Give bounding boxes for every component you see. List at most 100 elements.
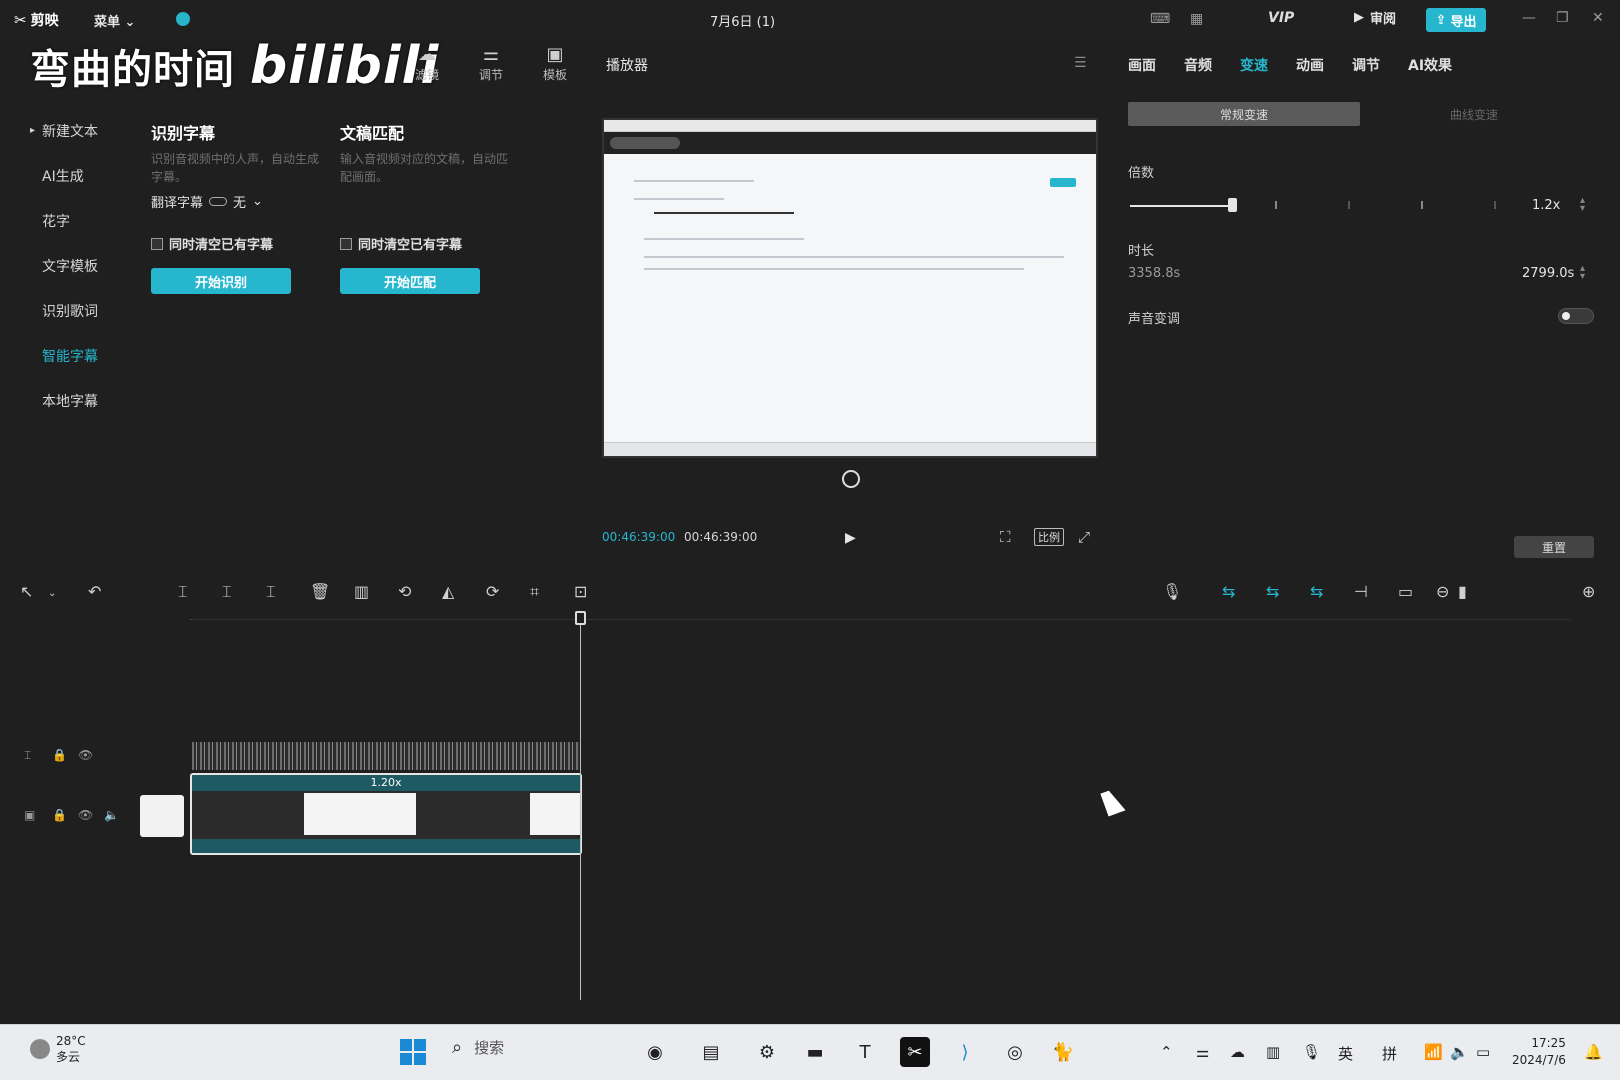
translate-toggle[interactable] <box>209 197 228 206</box>
ratio-button[interactable]: 比例 <box>1034 528 1064 546</box>
tab-audio[interactable]: 音频 <box>1184 55 1212 75</box>
sidebar-item-local-captions[interactable]: 本地字幕 <box>28 378 138 423</box>
select-pointer-icon[interactable]: ↖ <box>20 582 33 601</box>
mute-icon[interactable]: 🔈 <box>104 808 119 822</box>
zoom-in-icon[interactable]: ⊕ <box>1582 582 1595 601</box>
eye-icon[interactable]: 👁 <box>78 808 93 822</box>
sidebar-item-fancy-text[interactable]: 花字 <box>28 198 138 243</box>
freeze-icon[interactable]: ▥ <box>354 582 369 601</box>
tab-speed[interactable]: 变速 <box>1240 55 1268 75</box>
split-icon[interactable]: ⌶ <box>178 582 188 602</box>
split-left-icon[interactable]: ⌶ <box>222 582 232 602</box>
reset-button[interactable]: 重置 <box>1514 536 1594 558</box>
minimize-icon[interactable]: — <box>1522 10 1536 26</box>
volume-icon[interactable]: 🔈 <box>1450 1043 1469 1061</box>
start-button[interactable] <box>400 1039 426 1065</box>
speed-slider-handle[interactable] <box>1228 198 1238 212</box>
sidebar-item-lyrics[interactable]: 识别歌词 <box>28 288 138 333</box>
vscode-icon[interactable]: ⟩ <box>950 1037 980 1067</box>
fullscreen-icon[interactable]: ⤢ <box>1078 528 1090 546</box>
menu-button[interactable]: 菜单 ⌄ <box>94 11 135 30</box>
screenshot-icon[interactable]: ⛶ <box>1000 528 1011 546</box>
ime-language[interactable]: 英 <box>1338 1043 1353 1064</box>
tab-ai-effects[interactable]: AI效果 <box>1408 55 1452 75</box>
settings-gear-icon[interactable]: ⚙ <box>752 1037 782 1067</box>
normal-speed-tab[interactable]: 常规变速 <box>1128 102 1360 126</box>
ime-mode[interactable]: 拼 <box>1382 1043 1397 1064</box>
zoom-out-icon[interactable]: ⊖ <box>1436 582 1449 601</box>
curve-speed-tab[interactable]: 曲线变速 <box>1450 106 1498 123</box>
tab-picture[interactable]: 画面 <box>1128 55 1156 75</box>
weather-widget[interactable]: 28°C 多云 <box>30 1033 86 1065</box>
linkage-icon[interactable]: ⇆ <box>1310 582 1323 601</box>
notification-icon[interactable]: 🔔 <box>1584 1043 1603 1061</box>
sidebar-item-smart-captions[interactable]: 智能字幕 <box>28 333 138 378</box>
rotate-icon[interactable] <box>842 470 860 488</box>
player-menu-icon[interactable]: ☰ <box>1074 55 1087 71</box>
playhead-handle[interactable] <box>575 611 586 625</box>
folder-icon[interactable]: ▬ <box>800 1037 830 1067</box>
sidebar-item-ai-generate[interactable]: AI生成 <box>28 153 138 198</box>
main-track-magnet-icon[interactable]: ⇆ <box>1222 582 1235 601</box>
new-duration[interactable]: 2799.0s <box>1522 266 1574 281</box>
clear-existing-recognize[interactable]: 同时清空已有字幕 <box>151 234 273 253</box>
sidebar-item-new-text[interactable]: ▸ 新建文本 <box>28 108 138 153</box>
translate-row[interactable]: 翻译字幕 无 ⌄ <box>151 192 321 211</box>
stepper-icon[interactable]: ▴ ▾ <box>1580 264 1585 282</box>
tab-animation[interactable]: 动画 <box>1296 55 1324 75</box>
cloud-icon[interactable]: ☁ <box>1230 1043 1245 1061</box>
export-button[interactable]: ⇪ 导出 <box>1426 8 1486 32</box>
file-explorer-icon[interactable]: ▤ <box>696 1037 726 1067</box>
clear-existing-match[interactable]: 同时清空已有字幕 <box>340 234 462 253</box>
playhead-line[interactable] <box>580 612 581 1000</box>
split-right-icon[interactable]: ⌶ <box>266 582 276 602</box>
lock-icon[interactable]: 🔒 <box>52 808 67 822</box>
timeline-ruler[interactable] <box>190 610 1570 620</box>
stats-icon[interactable]: ▥ <box>1266 1043 1280 1061</box>
track-cover-thumbnail[interactable] <box>140 795 184 837</box>
checkbox[interactable] <box>340 237 352 250</box>
chrome-icon[interactable]: ◎ <box>1000 1037 1030 1067</box>
translate-select[interactable]: 无 <box>233 192 246 211</box>
restore-icon[interactable]: ❐ <box>1556 10 1569 26</box>
checkbox[interactable] <box>151 237 163 250</box>
vip-badge[interactable]: VIP <box>1268 10 1294 26</box>
sidebar-item-text-template[interactable]: 文字模板 <box>28 243 138 288</box>
chevron-up-icon[interactable]: ⌃ <box>1160 1043 1173 1061</box>
microphone-icon[interactable]: 🎙 <box>1302 1043 1321 1061</box>
tab-adjust[interactable]: 调节 <box>1352 55 1380 75</box>
tray-settings-icon[interactable]: ⚌ <box>1196 1043 1209 1061</box>
keyboard-icon[interactable]: ⌨ <box>1150 11 1170 27</box>
cover-icon[interactable]: ▭ <box>1398 582 1413 601</box>
capcut-app-icon[interactable]: ✂ <box>900 1037 930 1067</box>
microphone-icon[interactable]: 🎙 <box>1162 582 1182 601</box>
video-preview[interactable] <box>602 118 1098 458</box>
rotate-clip-icon[interactable]: ⟳ <box>486 582 499 601</box>
video-clip[interactable]: 1.20x <box>190 773 582 855</box>
undo-icon[interactable]: ↶ <box>88 582 101 601</box>
eye-icon[interactable]: 👁 <box>78 748 93 762</box>
zoom-slider-handle[interactable]: ▮ <box>1458 582 1467 601</box>
tab-filter[interactable]: ☁ 滤镜 <box>402 44 452 83</box>
wifi-icon[interactable]: 📶 <box>1424 1043 1443 1061</box>
tab-template[interactable]: ▣ 模板 <box>530 44 580 83</box>
audio-waveform-clip[interactable] <box>192 742 580 770</box>
crop-icon[interactable]: ⌗ <box>530 582 539 602</box>
stepper-icon[interactable]: ▴ ▾ <box>1580 196 1585 214</box>
layout-icon[interactable]: ▦ <box>1190 11 1203 27</box>
start-recognize-button[interactable]: 开始识别 <box>151 268 291 294</box>
pitch-toggle[interactable] <box>1558 308 1594 324</box>
chevron-down-icon[interactable]: ⌄ <box>48 588 56 599</box>
delete-icon[interactable]: 🗑 <box>310 582 330 601</box>
review-button[interactable]: ▶ 审阅 <box>1354 8 1396 27</box>
close-icon[interactable]: ✕ <box>1592 10 1604 26</box>
multiplier-value[interactable]: 1.2x <box>1532 198 1560 213</box>
preview-axis-icon[interactable]: ⊣ <box>1354 582 1368 601</box>
play-icon[interactable]: ▶ <box>845 530 856 546</box>
taskbar-clock[interactable]: 17:25 2024/7/6 <box>1512 1035 1566 1069</box>
cloud-sync-icon[interactable] <box>176 12 190 26</box>
tab-adjust[interactable]: ⚌ 调节 <box>466 44 516 83</box>
smart-crop-icon[interactable]: ⊡ <box>574 582 587 601</box>
typora-icon[interactable]: T <box>850 1037 880 1067</box>
taskbar-search[interactable]: ⌕ 搜索 <box>452 1037 504 1058</box>
